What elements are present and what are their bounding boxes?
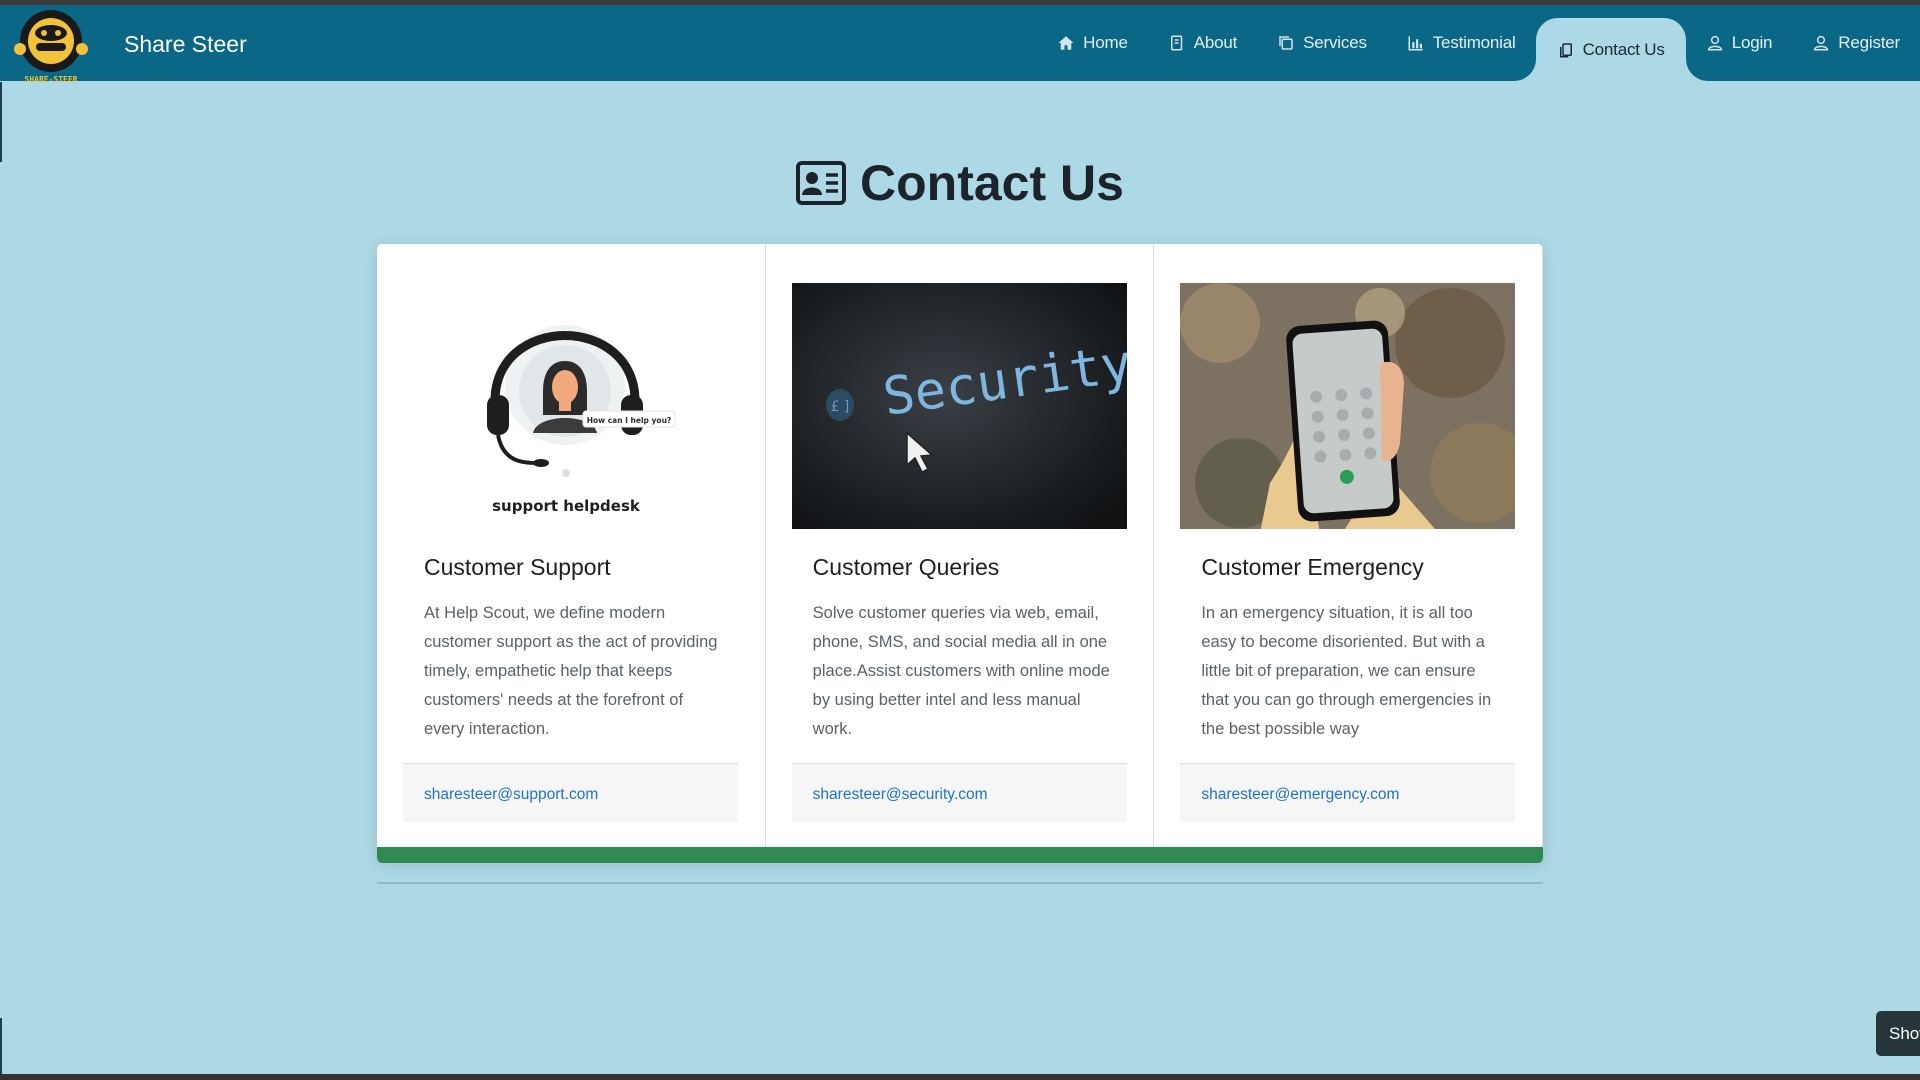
card-footer: sharesteer@emergency.com [1180, 763, 1516, 822]
nav-item-register[interactable]: Register [1792, 5, 1920, 81]
page-title: Contact Us [860, 155, 1124, 211]
home-icon [1058, 36, 1074, 50]
left-edge-marker [0, 1018, 2, 1076]
chart-icon [1408, 36, 1423, 51]
book-icon [1170, 35, 1182, 51]
emergency-email-link[interactable]: sharesteer@emergency.com [1201, 786, 1399, 804]
copy-icon [1279, 36, 1293, 50]
user-icon [1707, 35, 1722, 51]
card-text: In an emergency situation, it is all too… [1201, 604, 1492, 738]
nav-item-services[interactable]: Services [1257, 5, 1387, 81]
support-email-link[interactable]: sharesteer@support.com [424, 786, 598, 804]
support-helpdesk-illustration: How can I help you? support helpdesk [403, 283, 738, 529]
show-floating-button[interactable]: Show [1876, 1011, 1920, 1056]
nav-item-contact-us[interactable]: Contact Us [1535, 18, 1686, 81]
nav-item-about[interactable]: About [1148, 5, 1257, 81]
nav-item-label: Contact Us [1582, 39, 1665, 59]
nav-item-label: Testimonial [1432, 33, 1516, 52]
navbar: SHARE-STEER Share Steer Home About Servi… [0, 5, 1920, 84]
phone-dialpad-photo [1180, 283, 1516, 529]
card-customer-support: How can I help you? support helpdesk Cus… [377, 244, 766, 863]
svg-text:support helpdesk: support helpdesk [492, 497, 641, 515]
window-bottom-border [0, 1074, 1920, 1080]
security-email-link[interactable]: sharesteer@security.com [813, 786, 988, 804]
svg-text:£ ]: £ ] [830, 399, 849, 415]
nav-item-label: About [1193, 33, 1238, 52]
svg-text:How can I help you?: How can I help you? [587, 416, 672, 425]
section-divider [377, 882, 1543, 884]
card-group-accent-bar [377, 847, 1543, 863]
nav-item-label: Home [1083, 33, 1128, 52]
card-footer: sharesteer@support.com [403, 763, 738, 822]
nav-menu: Home About Services Testimonial Contact … [1037, 5, 1920, 81]
brand-name[interactable]: Share Steer [124, 31, 247, 58]
nav-item-label: Register [1838, 33, 1900, 52]
svg-text:SHARE-STEER: SHARE-STEER [25, 75, 78, 84]
clipboard-icon [1559, 42, 1572, 57]
card-title: Customer Emergency [1201, 554, 1424, 580]
nav-item-label: Services [1303, 33, 1367, 52]
card-customer-emergency: Customer Emergency In an emergency situa… [1154, 244, 1543, 863]
security-keyboard-photo: £ ] Security [791, 283, 1127, 529]
card-text: At Help Scout, we define modern customer… [424, 604, 718, 738]
card-title: Customer Support [424, 554, 611, 580]
nav-item-label: Login [1731, 33, 1773, 52]
page-heading: Contact Us [0, 154, 1920, 212]
card-text: Solve customer queries via web, email, p… [812, 604, 1110, 738]
card-footer: sharesteer@security.com [791, 763, 1127, 822]
user-icon [1814, 35, 1829, 51]
nav-item-home[interactable]: Home [1037, 5, 1148, 81]
left-edge-marker [0, 82, 2, 162]
contact-card-group: How can I help you? support helpdesk Cus… [377, 244, 1543, 863]
card-customer-queries: £ ] Security Customer Queries Solve cust… [766, 244, 1155, 863]
card-title: Customer Queries [812, 554, 1000, 580]
brand-logo[interactable]: SHARE-STEER [6, 7, 96, 85]
address-card-icon [796, 161, 847, 205]
